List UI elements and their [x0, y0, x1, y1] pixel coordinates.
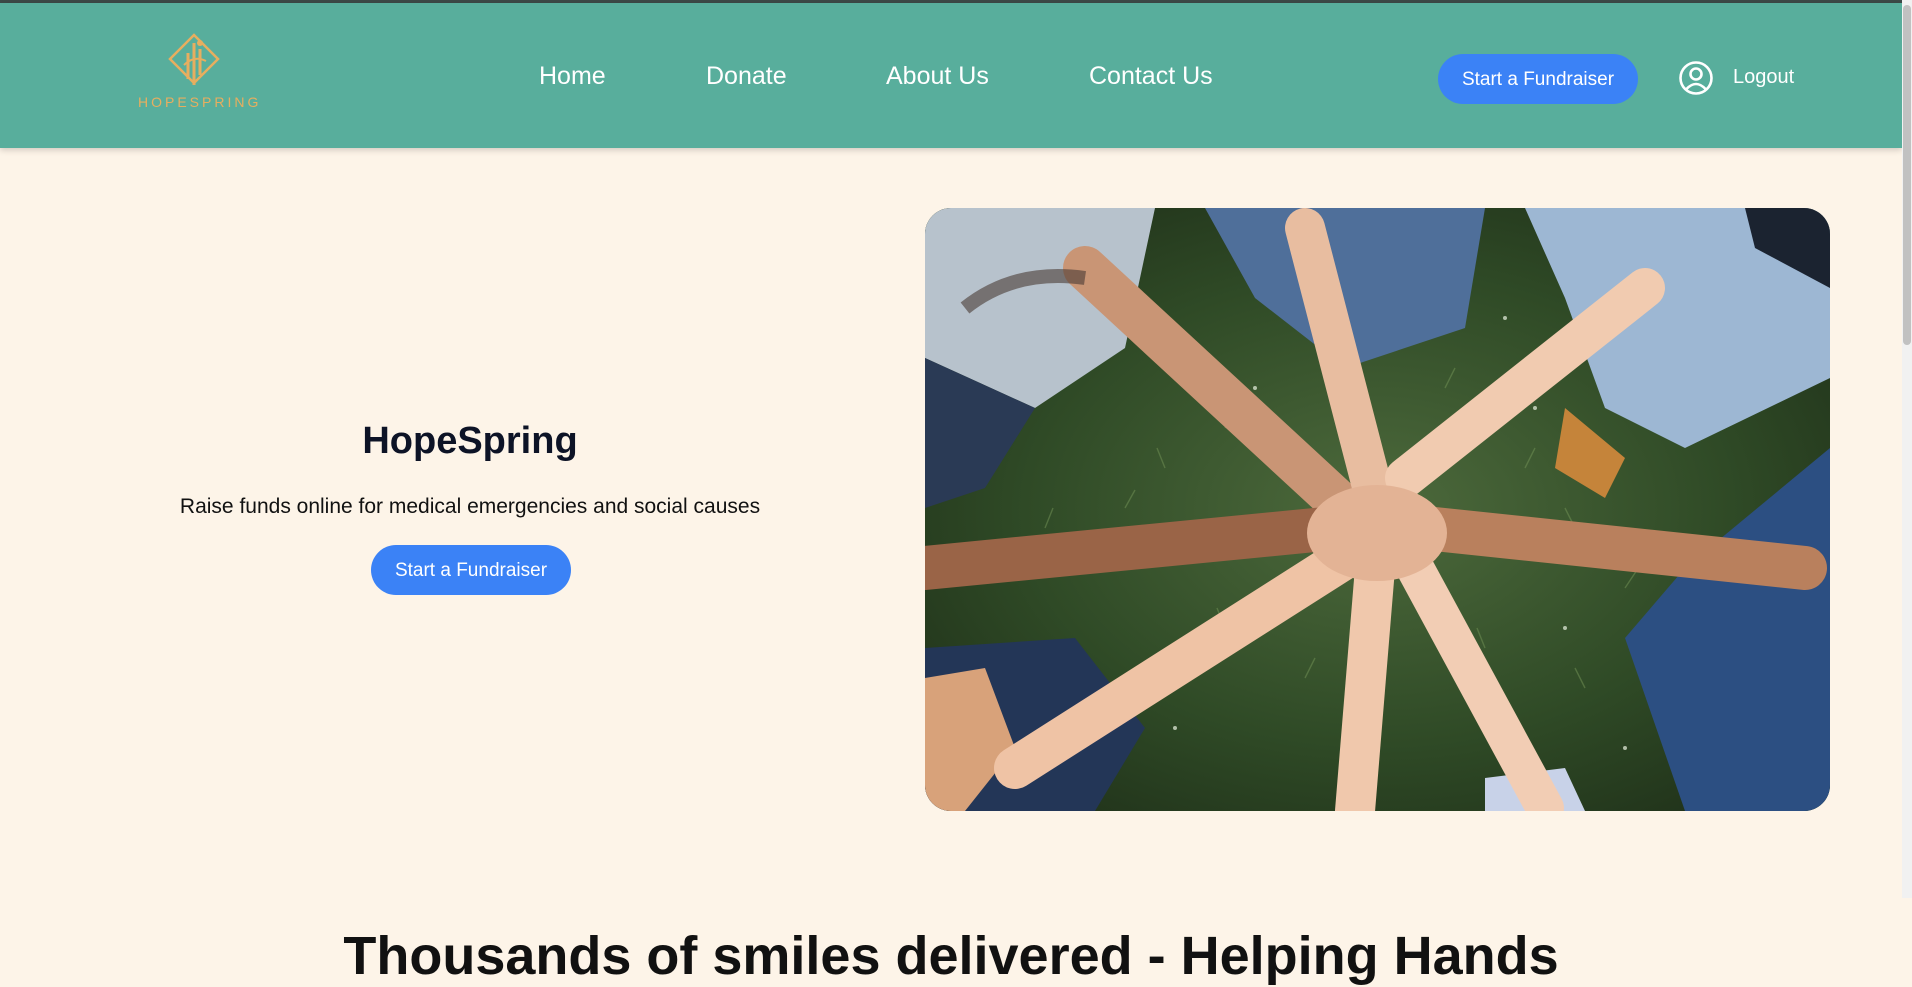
start-fundraiser-hero-button[interactable]: Start a Fundraiser — [371, 545, 571, 595]
nav-donate[interactable]: Donate — [706, 62, 787, 91]
page-scrollbar[interactable] — [1902, 0, 1912, 898]
logout-link[interactable]: Logout — [1733, 66, 1794, 89]
hands-together-photo — [925, 208, 1830, 811]
hero-title: HopeSpring — [362, 420, 578, 462]
navbar: HOPESPRING Home Donate About Us Contact … — [0, 3, 1902, 148]
scrollbar-thumb[interactable] — [1903, 5, 1911, 345]
start-fundraiser-nav-button[interactable]: Start a Fundraiser — [1438, 54, 1638, 104]
nav-home[interactable]: Home — [539, 62, 606, 91]
brand-name: HOPESPRING — [138, 94, 262, 110]
hero-image-hands-circle — [925, 208, 1830, 811]
user-circle-icon[interactable] — [1678, 60, 1714, 96]
nav-about-us[interactable]: About Us — [886, 62, 989, 91]
section-heading: Thousands of smiles delivered - Helping … — [343, 925, 1559, 986]
hopespring-logo-icon — [168, 33, 220, 85]
hero-subtitle: Raise funds online for medical emergenci… — [179, 495, 761, 518]
brand-logo[interactable]: HOPESPRING — [138, 25, 262, 115]
nav-contact-us[interactable]: Contact Us — [1089, 62, 1213, 91]
